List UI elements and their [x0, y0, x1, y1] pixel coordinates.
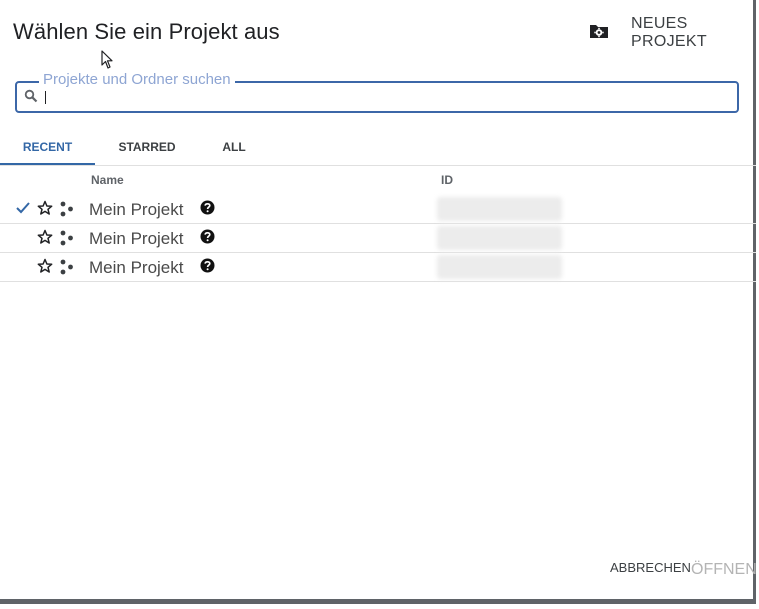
project-name[interactable]: Mein Projekt — [89, 200, 183, 220]
tab-bar: RECENT STARRED ALL — [0, 134, 756, 166]
open-button[interactable]: ÖFFNEN — [691, 561, 757, 579]
folder-settings-icon — [589, 23, 609, 44]
mouse-pointer-icon — [101, 50, 113, 69]
table-row[interactable]: Mein Projekt — [0, 253, 756, 282]
project-hierarchy-icon — [59, 259, 75, 280]
help-icon[interactable] — [200, 229, 215, 249]
column-header-id[interactable]: ID — [441, 173, 453, 187]
new-project-button[interactable]: NEUES PROJEKT — [589, 15, 753, 50]
project-name[interactable]: Mein Projekt — [89, 258, 183, 278]
project-hierarchy-icon — [59, 201, 75, 222]
tab-recent[interactable]: RECENT — [0, 134, 95, 165]
project-id-redacted — [437, 226, 562, 250]
cancel-button[interactable]: ABBRECHEN — [610, 560, 691, 575]
search-icon — [24, 89, 38, 108]
check-icon — [15, 201, 31, 220]
new-project-label: NEUES PROJEKT — [631, 15, 707, 50]
tab-all[interactable]: ALL — [210, 134, 258, 165]
column-header-name[interactable]: Name — [91, 173, 124, 187]
project-hierarchy-icon — [59, 230, 75, 251]
project-name[interactable]: Mein Projekt — [89, 229, 183, 249]
help-icon[interactable] — [200, 258, 215, 278]
project-picker-dialog: Wählen Sie ein Projekt aus NEUES PROJEKT — [0, 0, 757, 604]
tab-starred[interactable]: STARRED — [105, 134, 189, 165]
project-id-redacted — [437, 197, 562, 221]
search-placeholder-label: Projekte und Ordner suchen — [39, 71, 235, 88]
table-row[interactable]: Mein Projekt — [0, 195, 756, 224]
project-id-redacted — [437, 255, 562, 279]
star-outline-icon[interactable] — [37, 200, 53, 221]
help-icon[interactable] — [200, 200, 215, 220]
text-caret — [45, 91, 46, 104]
table-row[interactable]: Mein Projekt — [0, 224, 756, 253]
star-outline-icon[interactable] — [37, 258, 53, 279]
dialog-title: Wählen Sie ein Projekt aus — [13, 19, 280, 44]
star-outline-icon[interactable] — [37, 229, 53, 250]
